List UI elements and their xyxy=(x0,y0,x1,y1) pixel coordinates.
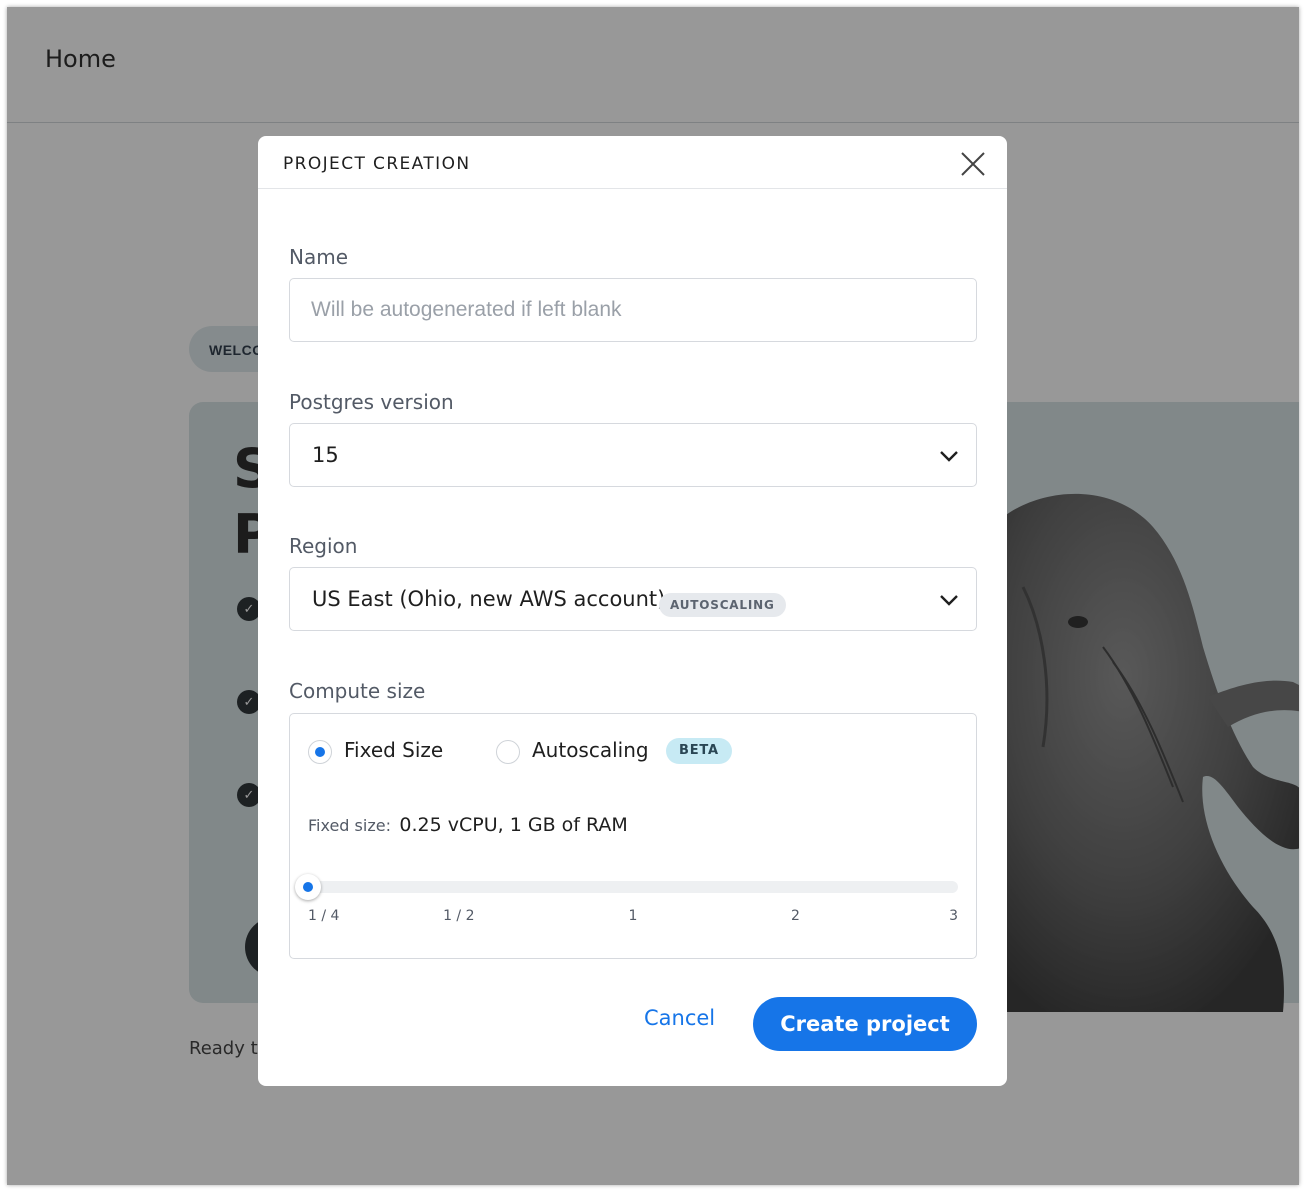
dialog-title: PROJECT CREATION xyxy=(283,154,471,174)
cancel-button[interactable]: Cancel xyxy=(644,1006,715,1030)
postgres-version-label: Postgres version xyxy=(289,390,454,414)
region-value: US East (Ohio, new AWS account) xyxy=(312,587,666,611)
fixed-size-label: Fixed Size xyxy=(344,738,444,762)
app-window: Home WELCO S P ✓ ✓ ✓ Ready to PROJECT CR… xyxy=(7,7,1299,1185)
project-creation-dialog: PROJECT CREATION Name Postgres version 1… xyxy=(258,136,1007,1086)
autoscaling-label: Autoscaling xyxy=(532,738,649,762)
slider-handle[interactable] xyxy=(295,874,321,900)
postgres-version-value: 15 xyxy=(312,443,339,467)
fixed-size-key: Fixed size: xyxy=(308,816,391,835)
autoscaling-radio[interactable]: Autoscaling xyxy=(496,736,666,766)
beta-badge: BETA xyxy=(666,738,732,764)
radio-checked-icon xyxy=(308,740,332,764)
chevron-down-icon xyxy=(940,595,958,606)
slider-tick-label: 1 / 4 xyxy=(308,908,340,924)
autoscaling-badge: AUTOSCALING xyxy=(659,593,786,617)
fixed-size-summary: Fixed size: 0.25 vCPU, 1 GB of RAM xyxy=(308,814,628,836)
create-project-button[interactable]: Create project xyxy=(753,997,977,1051)
compute-size-label: Compute size xyxy=(289,679,426,703)
slider-tick-label: 1 / 2 xyxy=(443,908,475,924)
slider-tick-label: 3 xyxy=(949,908,958,924)
fixed-size-radio[interactable]: Fixed Size xyxy=(308,736,468,766)
compute-size-slider[interactable] xyxy=(295,874,958,900)
region-select[interactable]: US East (Ohio, new AWS account) AUTOSCAL… xyxy=(289,567,977,631)
slider-tick-label: 2 xyxy=(791,908,800,924)
radio-unchecked-icon xyxy=(496,740,520,764)
chevron-down-icon xyxy=(940,451,958,462)
slider-tick-label: 1 xyxy=(628,908,638,924)
slider-ticks: 1 / 4 1 / 2 1 2 3 xyxy=(308,908,958,928)
name-label: Name xyxy=(289,245,349,269)
close-icon[interactable] xyxy=(959,150,987,178)
fixed-size-value: 0.25 vCPU, 1 GB of RAM xyxy=(399,814,628,836)
region-label: Region xyxy=(289,534,358,558)
compute-size-panel: Fixed Size Autoscaling BETA Fixed size: … xyxy=(289,713,977,959)
dialog-header: PROJECT CREATION xyxy=(258,136,1007,189)
name-input[interactable] xyxy=(289,278,977,342)
postgres-version-select[interactable]: 15 xyxy=(289,423,977,487)
